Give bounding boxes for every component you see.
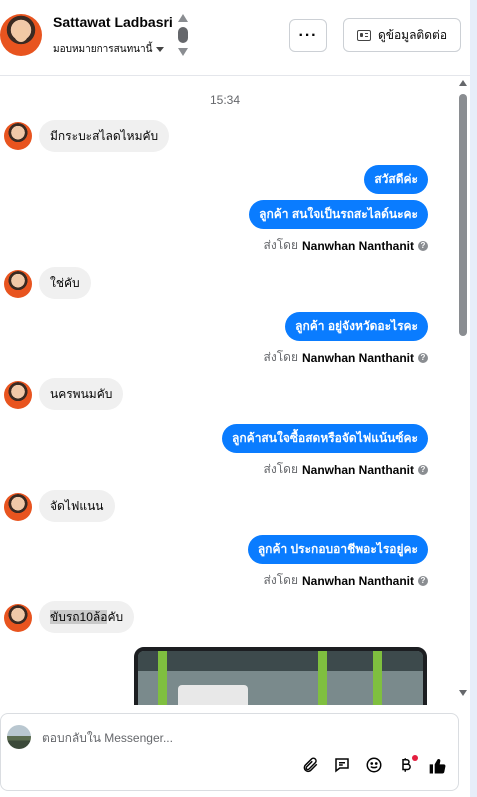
chat-icon[interactable] (332, 756, 352, 776)
message-composer[interactable]: ตอบกลับใน Messenger... (0, 713, 459, 791)
more-icon: ··· (298, 26, 318, 44)
outgoing-message: ลูกค้า ประกอบอาชีพอะไรอยู่คะ (247, 535, 428, 564)
view-contact-label: ดูข้อมูลติดต่อ (377, 27, 448, 42)
sent-by-prefix: ส่งโดย (263, 462, 298, 476)
image-content (158, 651, 167, 705)
image-content (178, 685, 248, 705)
paperclip-icon[interactable] (300, 756, 320, 776)
outgoing-message: ลูกค้า อยู่จังหวัดอะไรคะ (285, 312, 428, 341)
sender-avatar (4, 381, 32, 409)
chat-scrollbar[interactable] (458, 80, 468, 700)
conversation-header: Sattawat Ladbasri มอบหมายการสนทนานี้ ···… (0, 0, 470, 76)
sender-avatar (4, 604, 32, 632)
contact-card-icon (356, 29, 371, 41)
incoming-message: นครพนมคับ (39, 378, 124, 410)
conversation-nav[interactable] (178, 14, 188, 58)
incoming-message: มีกระบะสไลดไหมคับ (39, 120, 170, 152)
assign-conversation-dropdown[interactable]: มอบหมายการสนทนานี้ (53, 42, 165, 57)
message-timestamp: 15:34 (209, 93, 241, 107)
outgoing-message: ลูกค้า สนใจเป็นรถสะไลด์นะคะ (249, 200, 428, 229)
nav-handle (178, 27, 188, 43)
sender-avatar (4, 493, 32, 521)
sent-by-name: Nanwhan Nanthanit (301, 462, 414, 477)
sent-by-prefix: ส่งโดย (263, 350, 298, 364)
view-contact-button[interactable]: ดูข้อมูลติดต่อ (343, 18, 461, 52)
highlighted-text: ขับรถ10ล้อ (50, 610, 108, 624)
incoming-message: ขับรถ10ล้อคับ (39, 601, 135, 633)
sender-avatar (4, 122, 32, 150)
outgoing-message: สวัสดีค่ะ (364, 165, 428, 194)
help-icon[interactable]: ? (418, 464, 428, 475)
reply-input[interactable]: ตอบกลับใน Messenger... (42, 729, 173, 748)
help-icon[interactable]: ? (418, 240, 428, 251)
emoji-icon[interactable] (364, 756, 384, 776)
scroll-up-icon[interactable] (459, 80, 467, 86)
help-icon[interactable]: ? (418, 575, 428, 586)
sent-by-label: ส่งโดย Nanwhan Nanthanit ? (264, 236, 428, 255)
message-thread[interactable]: 15:34 มีกระบะสไลดไหมคับ สวัสดีค่ะ ลูกค้า… (0, 77, 458, 705)
outgoing-message: ลูกค้าสนใจซื้อสดหรือจัดไฟแน้นซ์คะ (222, 424, 428, 453)
image-content (318, 651, 327, 705)
baht-icon[interactable] (396, 755, 418, 776)
scroll-thumb[interactable] (459, 94, 467, 336)
help-icon[interactable]: ? (418, 352, 428, 363)
message-text-rest: คับ (107, 610, 124, 624)
incoming-message: ใช่คับ (39, 267, 91, 299)
sent-by-prefix: ส่งโดย (263, 238, 298, 252)
thumbs-up-icon[interactable] (428, 756, 448, 776)
notification-dot (412, 755, 418, 761)
sent-by-label: ส่งโดย Nanwhan Nanthanit ? (264, 460, 428, 479)
incoming-message: จัดไฟแนน (39, 490, 115, 522)
image-attachment[interactable] (134, 647, 427, 705)
arrow-up-icon[interactable] (178, 14, 188, 22)
caret-down-icon (156, 47, 165, 52)
sender-avatar (4, 270, 32, 298)
more-options-button[interactable]: ··· (289, 19, 327, 52)
sent-by-name: Nanwhan Nanthanit (301, 573, 414, 588)
sent-by-prefix: ส่งโดย (263, 573, 298, 587)
page-edge (470, 0, 477, 797)
sent-by-label: ส่งโดย Nanwhan Nanthanit ? (264, 571, 428, 590)
sent-by-name: Nanwhan Nanthanit (301, 350, 414, 365)
assign-label: มอบหมายการสนทนานี้ (53, 44, 153, 55)
arrow-down-icon[interactable] (178, 48, 188, 56)
sent-by-label: ส่งโดย Nanwhan Nanthanit ? (264, 348, 428, 367)
contact-avatar[interactable] (0, 14, 42, 56)
page-avatar (7, 725, 31, 749)
sent-by-name: Nanwhan Nanthanit (301, 238, 414, 253)
scroll-down-icon[interactable] (459, 690, 467, 696)
image-content (373, 651, 382, 705)
contact-name[interactable]: Sattawat Ladbasri (53, 14, 173, 30)
composer-toolbar (300, 755, 448, 776)
